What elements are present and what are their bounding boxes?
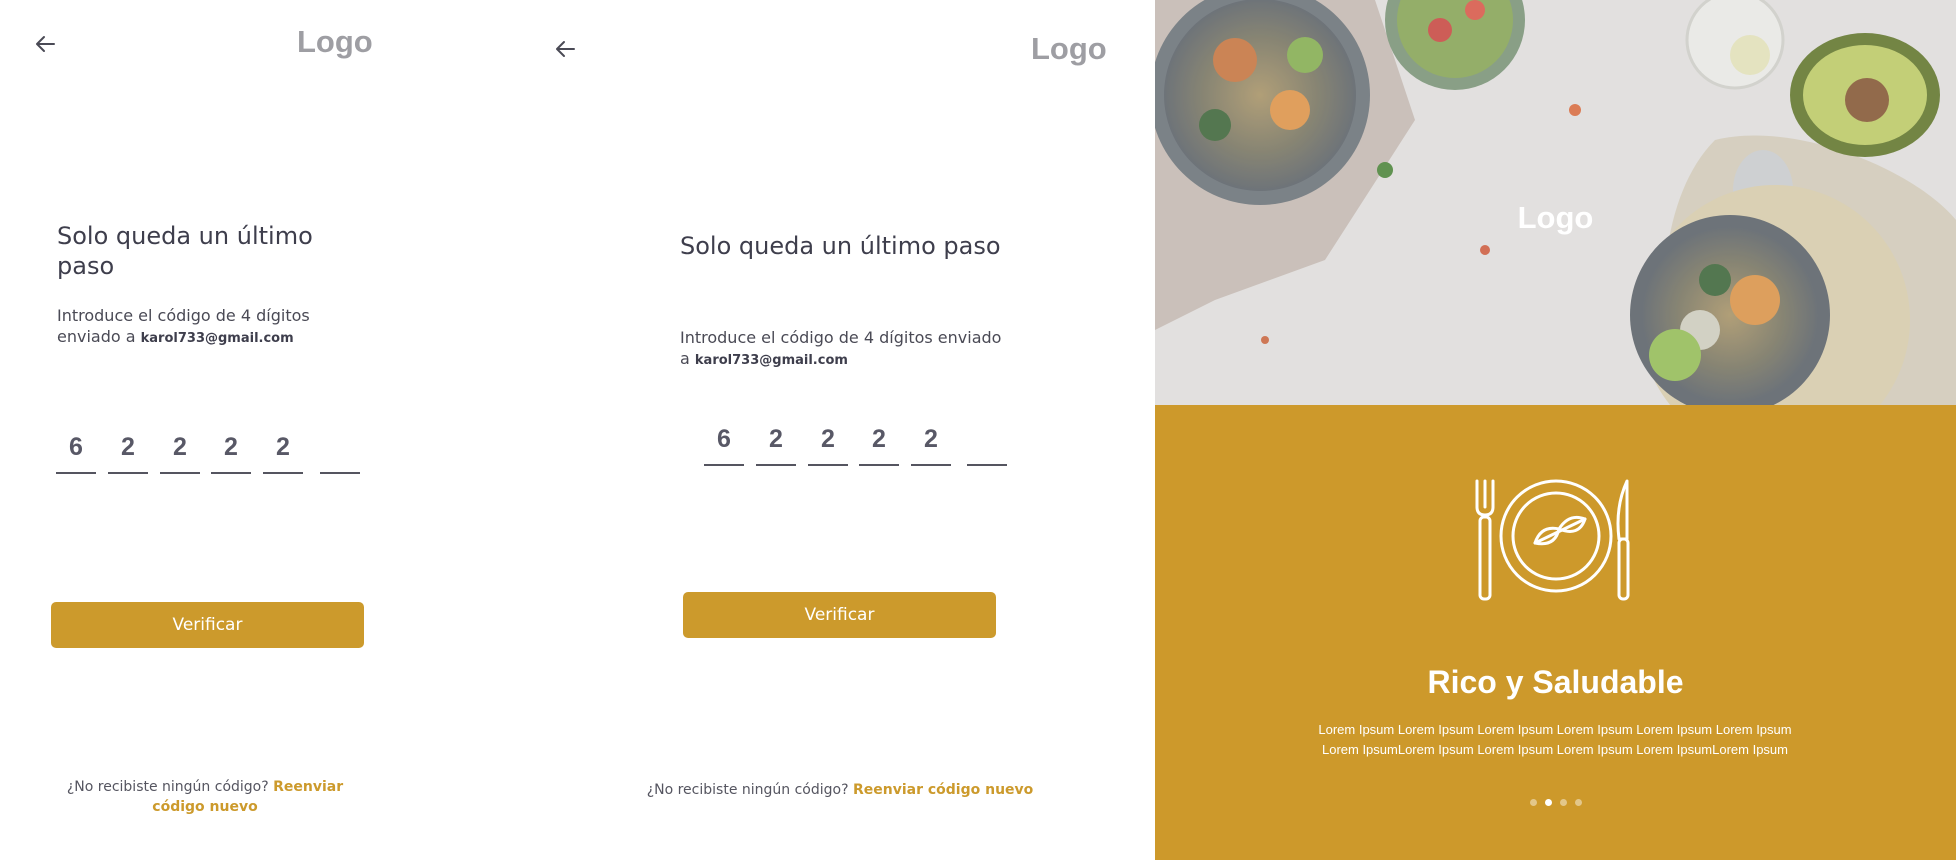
page-title: Solo queda un último paso [680,232,1001,260]
code-digit-3[interactable]: 2 [808,424,848,466]
no-code-text: ¿No recibiste ningún código? [66,779,269,795]
feature-card: Rico y Saludable Lorem Ipsum Lorem Ipsum… [1155,405,1956,860]
page-title: Solo queda un último paso [57,222,313,280]
code-digit-2[interactable]: 2 [108,432,148,474]
code-digit-5[interactable]: 2 [911,424,951,466]
back-button[interactable] [34,34,56,54]
pagination-dot-4[interactable] [1574,799,1582,806]
plate-cutlery-icon [1473,477,1639,608]
code-digit-6[interactable] [967,424,1007,466]
verify-button[interactable]: Verificar [683,592,996,638]
feature-description: Lorem Ipsum Lorem Ipsum Lorem Ipsum Lore… [1318,722,1792,757]
resend-code-link[interactable]: Reenviar código nuevo [853,782,1033,798]
app-logo: Logo [1517,200,1594,235]
instruction-text: Introduce el código de 4 dígitos enviado… [57,305,377,349]
email-address: karol733@gmail.com [140,331,294,346]
resend-row: ¿No recibiste ningún código? Reenviar có… [50,777,360,817]
feature-heading: Rico y Saludable [1427,664,1684,700]
onboarding-panel: Logo Rico y Saludable Lorem Ipsum Lorem … [1155,0,1956,860]
food-photo: Logo [1155,0,1956,405]
app-logo: Logo [297,24,373,59]
code-digit-3[interactable]: 2 [160,432,200,474]
code-digit-2[interactable]: 2 [756,424,796,466]
back-button[interactable] [554,39,576,59]
code-digit-6[interactable] [320,432,360,474]
code-digit-4[interactable]: 2 [211,432,251,474]
screen-2: Logo Solo queda un último paso Introduce… [520,0,1120,860]
code-digit-5[interactable]: 2 [263,432,303,474]
no-code-text: ¿No recibiste ningún código? [646,782,849,798]
pagination-dot-2[interactable] [1544,799,1552,806]
pagination-dot-3[interactable] [1559,799,1567,806]
code-digit-1[interactable]: 6 [56,432,96,474]
code-digit-4[interactable]: 2 [859,424,899,466]
instruction-text: Introduce el código de 4 dígitos enviado… [680,327,1010,371]
code-digit-1[interactable]: 6 [704,424,744,466]
screen-1: Logo Solo queda un último paso Introduce… [0,0,400,860]
pagination-dots [1155,793,1956,811]
back-arrow-icon [556,41,575,57]
resend-row: ¿No recibiste ningún código? Reenviar có… [640,780,1040,800]
pagination-dot-1[interactable] [1529,799,1537,806]
email-address: karol733@gmail.com [694,353,848,368]
back-arrow-icon [36,36,55,52]
app-logo: Logo [1031,31,1107,66]
verify-button[interactable]: Verificar [51,602,364,648]
